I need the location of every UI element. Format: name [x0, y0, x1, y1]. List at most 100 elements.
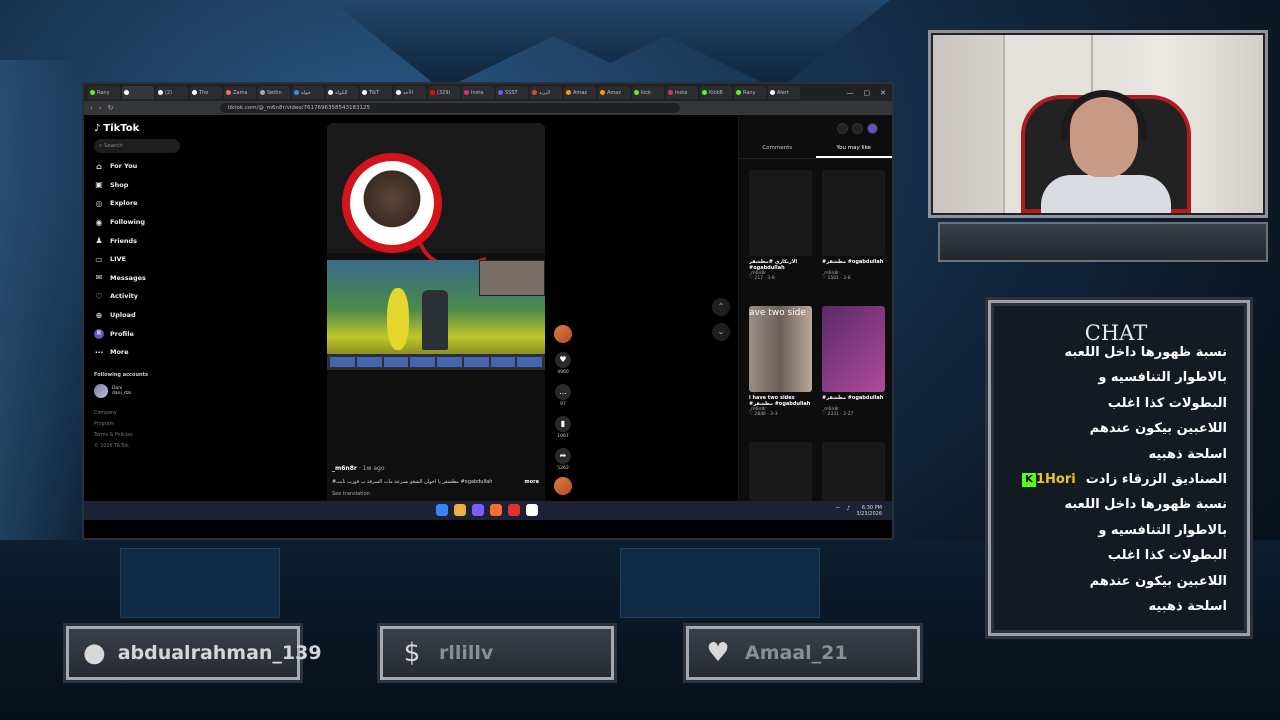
sidebar-item-activity[interactable]: ♡ Activity: [94, 287, 184, 306]
taskbar-app-icon[interactable]: [472, 504, 484, 516]
taskbar-app-icon[interactable]: [454, 504, 466, 516]
sidebar-item-upload[interactable]: ⊕ Upload: [94, 306, 184, 325]
taskbar-app-icon[interactable]: [508, 504, 520, 516]
tab-label: Alert: [777, 89, 789, 96]
browser-tab[interactable]: (2): [156, 86, 188, 99]
suggested-video-card[interactable]: [749, 442, 812, 502]
right-panel: Comments You may like الاربكاري #مطشقر #…: [738, 115, 892, 520]
browser-tab[interactable]: الأحد: [394, 86, 426, 99]
chat-line: اللاعبين بيكون عندهم: [1089, 573, 1227, 589]
like-icon[interactable]: ♥: [555, 352, 571, 368]
browser-tab[interactable]: جولة: [292, 86, 324, 99]
latest-follower-bar: ● abdualrahman_139: [66, 626, 322, 680]
tab-label: SSST: [505, 89, 518, 96]
comment-icon[interactable]: …: [555, 384, 571, 400]
browser-tab[interactable]: SSST: [496, 86, 528, 99]
home-icon: ⌂: [96, 161, 102, 171]
creator-avatar[interactable]: [554, 325, 572, 343]
share-icon[interactable]: ➦: [555, 448, 571, 464]
sidebar-item-friends[interactable]: ♟ Friends: [94, 231, 184, 250]
tab-label: Zama: [233, 89, 248, 96]
suggested-video-card[interactable]: [822, 442, 885, 502]
shop-icon: ▣: [95, 180, 103, 190]
sidebar-item-following[interactable]: ◉ Following: [94, 213, 184, 232]
footer-link[interactable]: Company: [94, 408, 184, 419]
video-time: · 1w ago: [358, 465, 385, 472]
sidebar-item-messages[interactable]: ✉ Messages: [94, 269, 184, 288]
taskbar-app-icon[interactable]: [526, 504, 538, 516]
browser-tab[interactable]: Amaz: [564, 86, 596, 99]
tab-label: الأحد: [403, 89, 413, 96]
music-disc-icon[interactable]: [554, 477, 572, 495]
tab-comments[interactable]: Comments: [739, 145, 816, 158]
suggested-video-card[interactable]: #مطشقر #ogabdullah _m6n8r ♡ 1501 · 3-8: [822, 170, 885, 281]
taskbar-app-icon[interactable]: [490, 504, 502, 516]
sidebar-item-for-you[interactable]: ⌂ For You: [94, 157, 184, 176]
tab-you-may-like[interactable]: You may like: [815, 145, 892, 158]
tab-label: The: [199, 89, 209, 96]
taskbar-app-icon[interactable]: [436, 504, 448, 516]
browser-tab[interactable]: Rany: [734, 86, 766, 99]
chat-line: نسبة ظهورها داخل اللعبه: [1064, 497, 1227, 513]
browser-tab[interactable]: Rany: [88, 86, 120, 99]
browser-tab[interactable]: Amaz: [598, 86, 630, 99]
previous-video-button[interactable]: ⌃: [712, 298, 730, 316]
friends-icon: ♟: [95, 236, 103, 246]
video-player[interactable]: _m6n8r · 1w ago #مطشقر يا اخوان الشغو بس…: [327, 123, 545, 518]
search-input[interactable]: ⌕ Search: [94, 139, 180, 153]
chat-line: اسلحة ذهبيه: [1148, 599, 1227, 615]
url-field[interactable]: tiktok.com/@_m6n8r/video/761769635854318…: [219, 103, 680, 113]
suggested-video-card[interactable]: #مطشقر #ogabdullah _m6n8r ♡ 2331 · 2-27: [822, 306, 885, 417]
profile-avatar[interactable]: [867, 123, 878, 134]
address-bar-row: ‹ › ↻ tiktok.com/@_m6n8r/video/761769635…: [84, 101, 892, 115]
browser-tab[interactable]: KickB: [700, 86, 732, 99]
tab-favicon-icon: [328, 90, 333, 95]
sidebar-item-explore[interactable]: ◎ Explore: [94, 194, 184, 213]
tiktok-logo[interactable]: ♪ TikTok: [94, 123, 184, 134]
volume-icon[interactable]: ♪: [847, 505, 851, 517]
footer-link[interactable]: Program: [94, 419, 184, 430]
browser-tab[interactable]: TikT: [360, 86, 392, 99]
clock[interactable]: 6:30 PM 3/23/2026: [856, 505, 882, 517]
browser-tab[interactable]: Insta: [666, 86, 698, 99]
browser-tab[interactable]: Alert: [768, 86, 800, 99]
following-icon: ◉: [95, 217, 103, 227]
suggested-video-card[interactable]: الاربكاري #مطشقر #ogabdullah _m6n8r ♡ 217 …: [749, 170, 812, 281]
chat-box: CHAT نسبة ظهورها داخل اللعبه بالاطوار الت…: [988, 300, 1250, 636]
video-author[interactable]: _m6n8r: [332, 465, 357, 472]
game-hotbar: [327, 354, 545, 370]
see-translation-link[interactable]: See translation: [332, 491, 370, 497]
tab-favicon-icon: [294, 90, 299, 95]
browser-tab[interactable]: الكولة: [326, 86, 358, 99]
minimize-icon[interactable]: —: [847, 89, 854, 97]
wifi-icon[interactable]: ⌔: [835, 505, 841, 517]
next-video-button[interactable]: ⌄: [712, 323, 730, 341]
browser-tab[interactable]: [122, 86, 154, 99]
coins-icon[interactable]: [837, 123, 848, 134]
browser-tab[interactable]: البريد: [530, 86, 562, 99]
footer-link[interactable]: Terms & Policies: [94, 430, 184, 441]
stream-overlay: Rany (2) The Zama Settin جولة الكولة TikT الأحد (…: [0, 0, 1280, 720]
browser-tab[interactable]: (329): [428, 86, 460, 99]
forward-icon[interactable]: ›: [99, 104, 102, 112]
bookmark-icon[interactable]: ▮: [555, 416, 571, 432]
browser-tab[interactable]: Insta: [462, 86, 494, 99]
sidebar-item-shop[interactable]: ▣ Shop: [94, 176, 184, 195]
sidebar-item-more[interactable]: ⋯ More: [94, 343, 184, 362]
suggested-video-card[interactable]: ave two side i have two sides #مطشقر #oga…: [749, 306, 812, 417]
more-button[interactable]: more: [524, 479, 539, 485]
browser-tab[interactable]: Settin: [258, 86, 290, 99]
close-icon[interactable]: ✕: [880, 89, 886, 97]
following-account[interactable]: Dani dani_dzs: [94, 383, 184, 398]
back-icon[interactable]: ‹: [90, 104, 93, 112]
maximize-icon[interactable]: ▢: [864, 89, 871, 97]
browser-tab[interactable]: Zama: [224, 86, 256, 99]
reload-icon[interactable]: ↻: [108, 104, 114, 112]
sidebar-item-profile[interactable]: R Profile: [94, 324, 184, 343]
device-icon[interactable]: [852, 123, 863, 134]
footer-link[interactable]: © 2026 TikTok: [94, 441, 184, 452]
taskbar-apps: [436, 504, 538, 516]
browser-tab[interactable]: The: [190, 86, 222, 99]
browser-tab[interactable]: kick: [632, 86, 664, 99]
sidebar-item-live[interactable]: ▭ LIVE: [94, 250, 184, 269]
